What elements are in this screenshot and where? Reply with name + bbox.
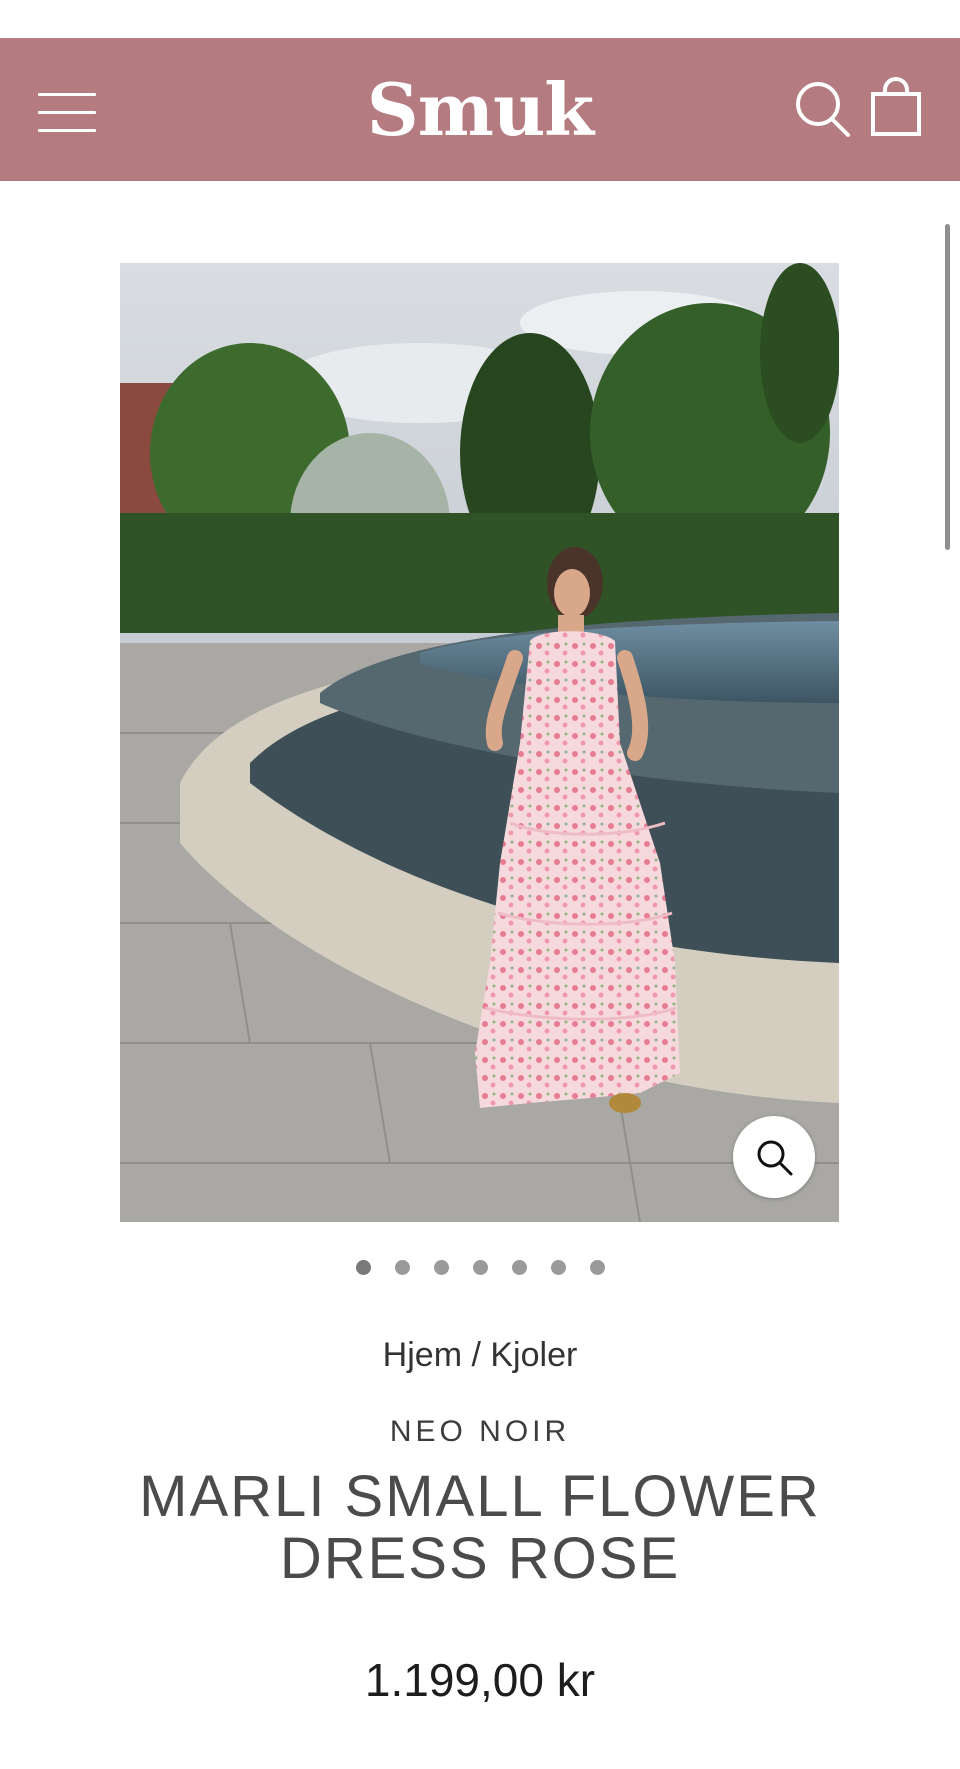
gallery-dot[interactable] xyxy=(511,1260,527,1275)
product-brand[interactable]: NEO NOIR xyxy=(0,1410,960,1454)
shopping-bag-icon xyxy=(871,77,921,136)
status-bar-area xyxy=(0,0,960,38)
product-photo xyxy=(120,263,839,1222)
breadcrumb-current: Kjoler xyxy=(490,1336,578,1374)
product-title: MARLI SMALL FLOWER DRESS ROSE xyxy=(139,1464,821,1591)
zoom-icon xyxy=(757,1140,793,1176)
breadcrumb-separator: / xyxy=(471,1336,481,1374)
site-logo[interactable]: Smuk xyxy=(330,60,630,160)
menu-button[interactable] xyxy=(30,80,102,140)
gallery-dot[interactable] xyxy=(394,1260,410,1275)
site-header: Smuk xyxy=(0,38,960,181)
zoom-button[interactable] xyxy=(733,1116,815,1198)
product-image[interactable] xyxy=(120,263,839,1222)
search-icon xyxy=(796,82,850,137)
search-button[interactable] xyxy=(790,76,854,142)
product-price: 1.199,00 kr xyxy=(364,1654,596,1706)
gallery-dot[interactable] xyxy=(589,1260,605,1275)
cart-button[interactable] xyxy=(868,76,932,142)
gallery-dot[interactable] xyxy=(355,1260,371,1275)
gallery-dot[interactable] xyxy=(472,1260,488,1275)
gallery-dot[interactable] xyxy=(433,1260,449,1275)
breadcrumb: Hjem / Kjoler xyxy=(0,1332,960,1378)
breadcrumb-home-link[interactable]: Hjem xyxy=(383,1336,462,1374)
gallery-dot[interactable] xyxy=(550,1260,566,1275)
gallery-pagination xyxy=(0,1260,960,1276)
page-scrollbar[interactable] xyxy=(945,224,950,550)
